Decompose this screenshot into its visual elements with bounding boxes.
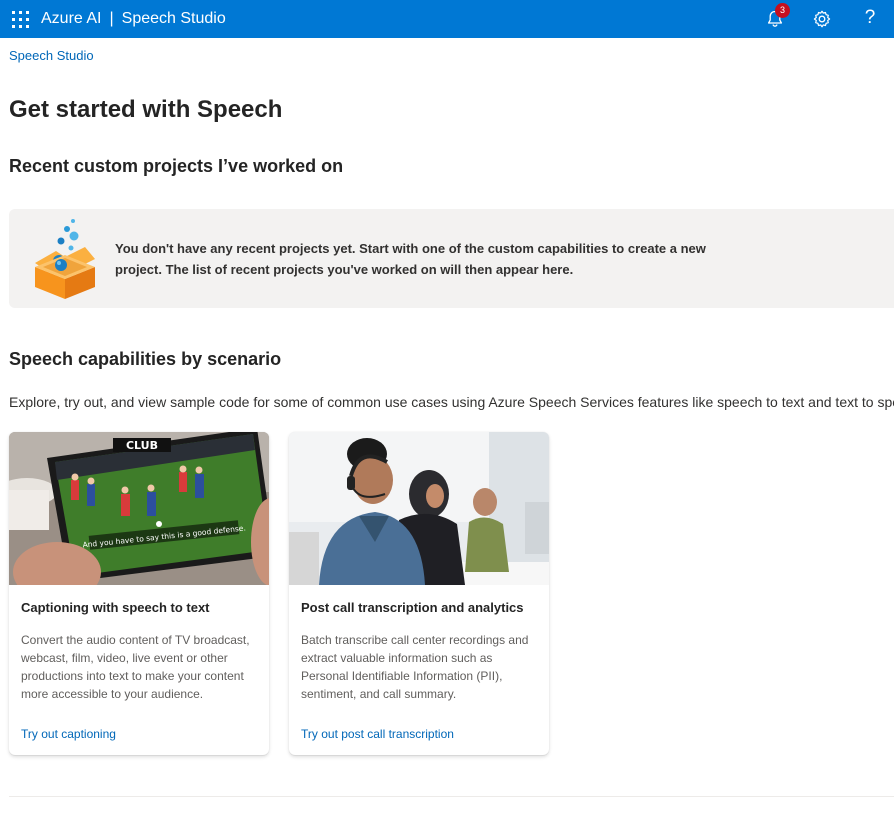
brand-label: Azure AI (41, 10, 102, 27)
app-launcher-icon[interactable] (12, 11, 29, 28)
card-description: Batch transcribe call center recordings … (301, 633, 529, 701)
section-divider (9, 796, 894, 797)
top-bar: Azure AI | Speech Studio 3 ? (0, 0, 894, 38)
stadium-sign: CLUB (113, 438, 171, 452)
try-post-call-link[interactable]: Try out post call transcription (301, 727, 454, 741)
card-description: Convert the audio content of TV broadcas… (21, 633, 250, 701)
svg-text:CLUB: CLUB (126, 439, 158, 452)
product-label: Speech Studio (121, 10, 226, 27)
brand-separator: | (109, 10, 114, 27)
call-center-image (289, 432, 549, 585)
card-title: Captioning with speech to text (21, 600, 210, 615)
notification-badge: 3 (775, 3, 790, 18)
recent-projects-heading: Recent custom projects I’ve worked on (9, 156, 344, 176)
page-title: Get started with Speech (9, 96, 283, 123)
captioning-image: CLUB And you have to say this is a good … (9, 432, 269, 585)
try-captioning-link[interactable]: Try out captioning (21, 727, 116, 741)
help-icon[interactable]: ? (858, 7, 882, 31)
post-call-card[interactable]: Post call transcription and analytics Ba… (289, 432, 549, 755)
breadcrumb[interactable]: Speech Studio (9, 48, 94, 63)
box-illustration (35, 219, 95, 299)
card-title: Post call transcription and analytics (301, 600, 524, 615)
recent-projects-empty-state: You don't have any recent projects yet. … (9, 209, 894, 308)
capabilities-heading: Speech capabilities by scenario (9, 349, 282, 369)
app-title[interactable]: Azure AI | Speech Studio (41, 9, 226, 29)
captioning-card[interactable]: CLUB And you have to say this is a good … (9, 432, 269, 755)
gear-icon[interactable] (810, 7, 834, 31)
capabilities-description: Explore, try out, and view sample code f… (9, 394, 894, 410)
empty-state-message: You don't have any recent projects yet. … (115, 241, 706, 277)
